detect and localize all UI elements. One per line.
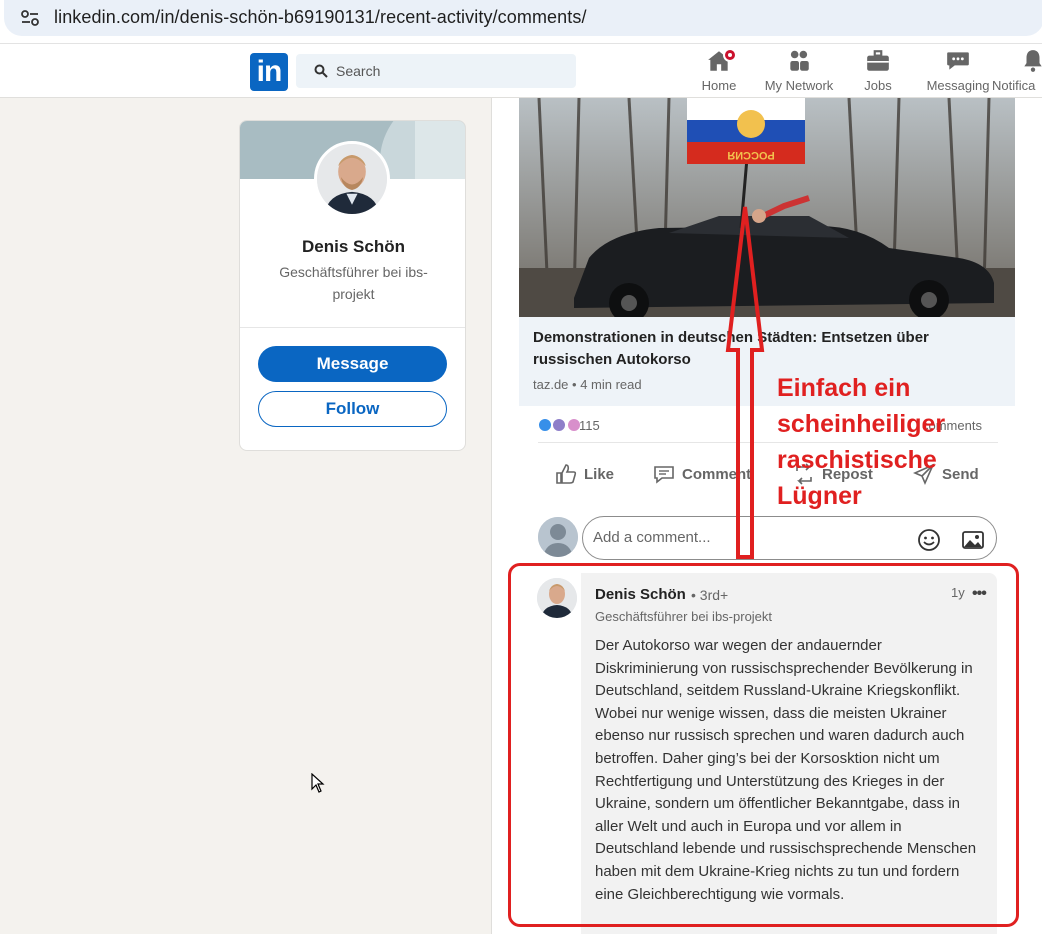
reaction-count[interactable]: 115 <box>579 418 600 433</box>
like-reaction-icon <box>538 417 552 432</box>
annotation-highlight-box <box>508 563 1019 927</box>
search-placeholder: Search <box>336 63 381 79</box>
follow-button[interactable]: Follow <box>258 391 447 427</box>
comment-icon <box>654 466 674 484</box>
search-input[interactable]: Search <box>296 54 576 88</box>
article-title[interactable]: Demonstrationen in deutschen Städten: En… <box>533 327 1003 371</box>
nav-home[interactable]: Home <box>677 48 761 93</box>
profile-divider <box>240 327 465 328</box>
nav-jobs[interactable]: Jobs <box>836 48 920 93</box>
message-button[interactable]: Message <box>258 346 447 382</box>
mouse-cursor-icon <box>311 773 325 793</box>
briefcase-icon <box>867 50 889 71</box>
like-button[interactable]: Like <box>554 462 614 486</box>
nav-my-network-label: My Network <box>764 78 834 93</box>
post-article-image[interactable]: РОССИЯ <box>519 98 1015 317</box>
nav-messaging-label: Messaging <box>926 78 990 93</box>
site-settings-icon[interactable] <box>20 8 40 28</box>
notification-badge <box>723 48 737 62</box>
nav-notifications-label: Notifica <box>992 78 1036 93</box>
messaging-icon <box>947 52 969 70</box>
nav-home-label: Home <box>701 78 737 93</box>
emoji-icon[interactable] <box>917 528 941 552</box>
annotation-text: Einfach ein scheinheiliger raschistische… <box>777 374 946 510</box>
profile-avatar[interactable] <box>314 141 390 217</box>
annotation-arrow <box>725 206 765 559</box>
top-navigation: in Search Home My Network Jobs Messaging… <box>0 44 1042 98</box>
url-text[interactable]: linkedin.com/in/denis-schön-b69190131/re… <box>54 7 587 28</box>
support-reaction-icon <box>552 417 567 432</box>
profile-headline: Geschäftsführer bei ibs-projekt <box>279 264 428 302</box>
linkedin-logo[interactable]: in <box>250 53 288 91</box>
search-icon <box>314 64 328 78</box>
nav-jobs-label: Jobs <box>864 78 892 93</box>
nav-my-network[interactable]: My Network <box>757 48 841 93</box>
browser-address-bar: linkedin.com/in/denis-schön-b69190131/re… <box>0 0 1042 44</box>
like-label: Like <box>584 465 615 483</box>
article-meta: taz.de • 4 min read <box>533 377 642 392</box>
send-label: Send <box>942 465 979 483</box>
image-icon[interactable] <box>961 528 985 552</box>
current-user-avatar <box>538 517 578 557</box>
bell-icon <box>1024 50 1042 72</box>
profile-card: Denis Schön Geschäftsführer bei ibs-proj… <box>239 120 466 451</box>
nav-messaging[interactable]: Messaging <box>916 48 1000 93</box>
nav-notifications[interactable]: Notifica <box>992 48 1042 93</box>
people-icon <box>790 50 809 71</box>
profile-name: Denis Schön <box>302 237 405 256</box>
reaction-icons[interactable] <box>538 416 581 436</box>
comment-placeholder: Add a comment... <box>593 529 711 546</box>
thumbs-up-icon <box>556 464 577 484</box>
url-bar[interactable]: linkedin.com/in/denis-schön-b69190131/re… <box>4 0 1042 36</box>
flag-text: РОССИЯ <box>727 149 775 161</box>
add-comment-input[interactable]: Add a comment... <box>582 516 997 560</box>
